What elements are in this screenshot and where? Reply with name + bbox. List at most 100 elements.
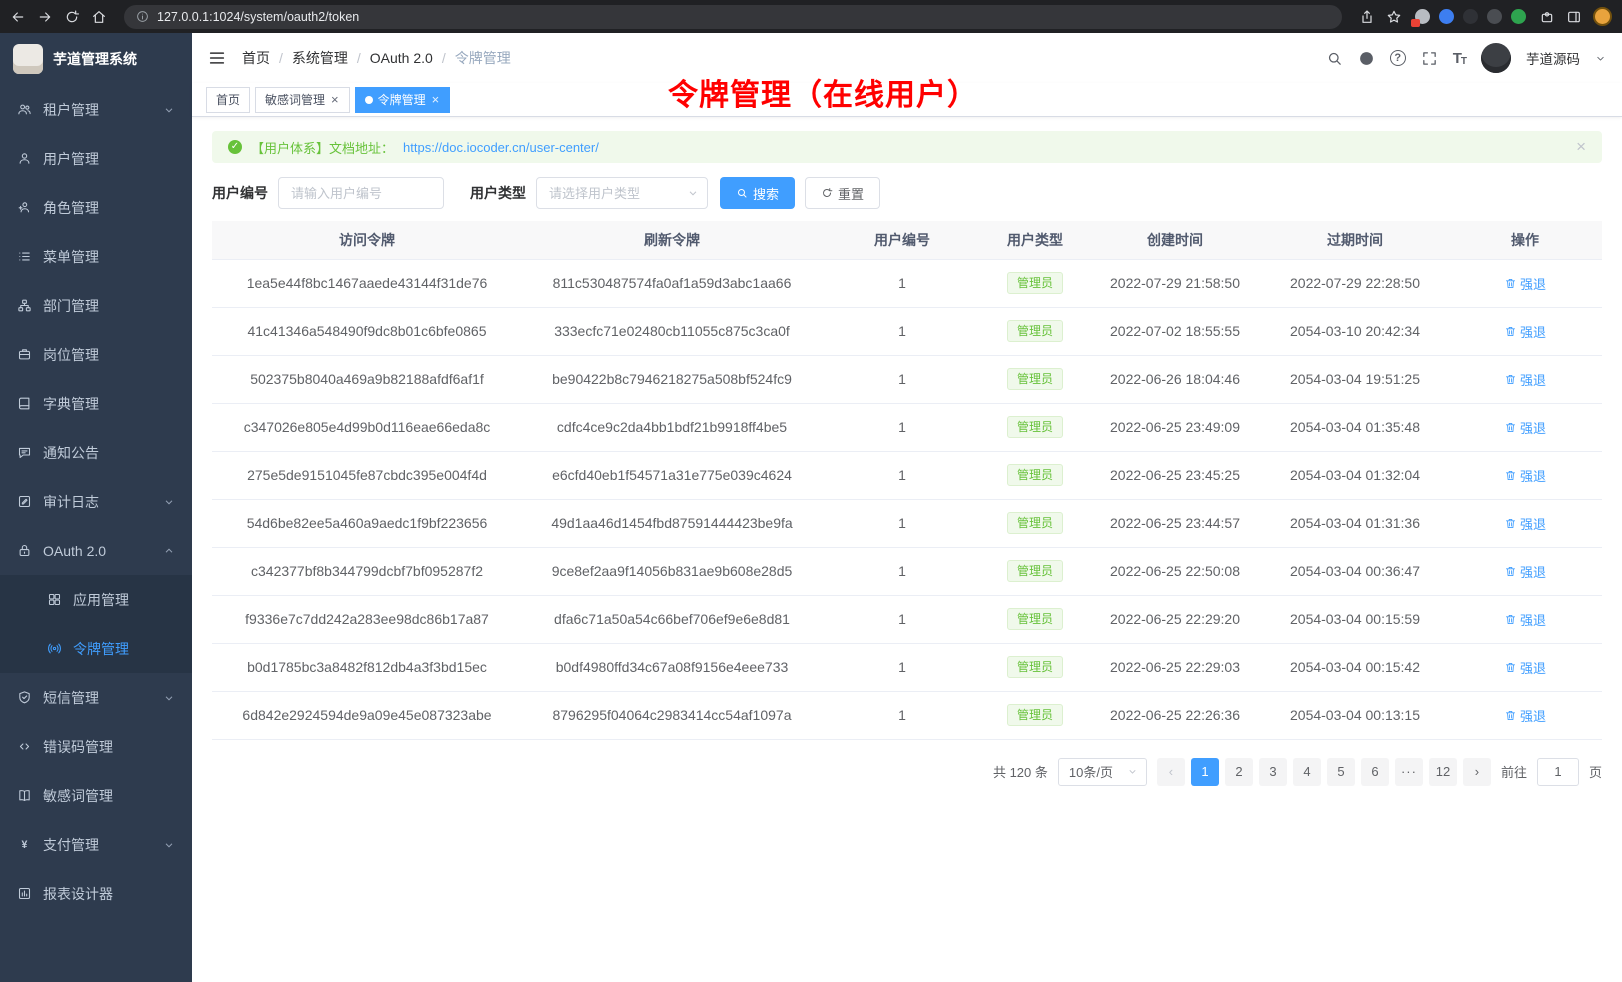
sidebar-item-label: 令牌管理 [73,639,175,659]
search-button[interactable]: 搜索 [720,177,795,209]
tab[interactable]: 首页 [206,87,250,113]
hamburger-icon[interactable] [208,49,226,67]
alert-link[interactable]: https://doc.iocoder.cn/user-center/ [403,140,599,155]
force-logout-button[interactable]: 强退 [1504,370,1546,389]
page-size-select[interactable]: 10条/页 [1058,758,1147,786]
sidebar-item[interactable]: 令牌管理 [0,624,192,673]
page-button[interactable]: 1 [1191,758,1219,786]
extensions-puzzle-button[interactable] [1539,9,1555,25]
page-button[interactable]: 2 [1225,758,1253,786]
sidebar-item[interactable]: 审计日志 [0,477,192,526]
browser-profile-avatar[interactable] [1593,7,1612,26]
extension-icon[interactable] [1511,9,1526,24]
goto-label: 前往 [1501,762,1527,781]
delete-icon [1504,517,1517,530]
app-logo[interactable]: 芋道管理系统 [0,33,192,85]
force-logout-button[interactable]: 强退 [1504,418,1546,437]
search-icon[interactable] [1326,50,1343,67]
sidebar-item[interactable]: 通知公告 [0,428,192,477]
tab[interactable]: 敏感词管理× [255,87,350,113]
sidebar-item[interactable]: 角色管理 [0,183,192,232]
site-info-icon[interactable] [136,10,149,23]
font-size-icon[interactable]: TT [1453,50,1466,67]
reset-button-label: 重置 [838,184,864,203]
force-logout-button[interactable]: 强退 [1504,658,1546,677]
user-id-cell: 1 [822,403,982,451]
sidebar-item[interactable]: 短信管理 [0,673,192,722]
reload-button[interactable] [64,9,80,25]
user-name[interactable]: 芋道源码 [1526,48,1580,68]
delete-icon [1504,469,1517,482]
sidebar-item[interactable]: 菜单管理 [0,232,192,281]
extension-icon[interactable] [1415,9,1430,24]
post-icon [17,347,32,362]
force-logout-button[interactable]: 强退 [1504,562,1546,581]
page-button[interactable]: 6 [1361,758,1389,786]
sidebar-item[interactable]: 敏感词管理 [0,771,192,820]
sidebar-item[interactable]: 错误码管理 [0,722,192,771]
tab-close-icon[interactable]: × [431,93,441,106]
alert-text: 【用户体系】文档地址： [251,138,394,157]
tab-close-icon[interactable]: × [330,93,340,106]
access-token-cell: 41c41346a548490f9dc8b01c6bfe0865 [212,307,522,355]
breadcrumb-item: 令牌管理 [455,48,511,68]
breadcrumb-item[interactable]: 系统管理 [292,48,348,68]
chevron-down-icon[interactable] [1595,53,1606,64]
force-logout-label: 强退 [1520,370,1546,389]
bookmark-star-button[interactable] [1386,9,1402,25]
header-actions: ? TT 芋道源码 [1326,43,1606,73]
prev-page-button[interactable]: ‹ [1157,758,1185,786]
extension-icon[interactable] [1439,9,1454,24]
reset-button[interactable]: 重置 [805,177,880,209]
goto-page-input[interactable] [1537,758,1579,786]
force-logout-label: 强退 [1520,466,1546,485]
browser-toolbar-right [1359,7,1612,26]
help-icon[interactable]: ? [1390,50,1406,66]
sidebar-item[interactable]: 岗位管理 [0,330,192,379]
sidebar-item-label: 部门管理 [43,296,175,316]
tab-active[interactable]: 令牌管理× [355,87,451,113]
force-logout-button[interactable]: 强退 [1504,466,1546,485]
force-logout-button[interactable]: 强退 [1504,706,1546,725]
force-logout-button[interactable]: 强退 [1504,274,1546,293]
home-button[interactable] [91,9,107,25]
sidebar-item[interactable]: 用户管理 [0,134,192,183]
force-logout-button[interactable]: 强退 [1504,514,1546,533]
force-logout-button[interactable]: 强退 [1504,322,1546,341]
page-button[interactable]: 4 [1293,758,1321,786]
page-button[interactable]: 12 [1429,758,1457,786]
pagination-pages: ‹123456···12› [1157,758,1491,786]
breadcrumb-item[interactable]: OAuth 2.0 [370,50,433,66]
breadcrumb-item[interactable]: 首页 [242,48,270,68]
browser-chrome: 127.0.0.1:1024/system/oauth2/token [0,0,1622,33]
sidebar-item-label: 字典管理 [43,394,175,414]
user-avatar[interactable] [1481,43,1511,73]
side-panel-button[interactable] [1566,9,1582,25]
sidebar-item[interactable]: 租户管理 [0,85,192,134]
sidebar-item[interactable]: 部门管理 [0,281,192,330]
address-bar[interactable]: 127.0.0.1:1024/system/oauth2/token [124,5,1342,29]
sidebar: 芋道管理系统 租户管理用户管理角色管理菜单管理部门管理岗位管理字典管理通知公告审… [0,33,192,982]
sidebar-item[interactable]: OAuth 2.0 [0,526,192,575]
user-type-select[interactable] [536,177,708,209]
share-button[interactable] [1359,9,1375,25]
user-id-input[interactable] [278,177,444,209]
page-button[interactable]: 3 [1259,758,1287,786]
user-id-cell: 1 [822,451,982,499]
forward-button[interactable] [37,9,53,25]
more-pages-button[interactable]: ··· [1395,758,1423,786]
github-icon[interactable] [1358,50,1375,67]
sidebar-item[interactable]: 字典管理 [0,379,192,428]
extension-icon[interactable] [1463,9,1478,24]
back-button[interactable] [10,9,26,25]
page-button[interactable]: 5 [1327,758,1355,786]
next-page-button[interactable]: › [1463,758,1491,786]
extension-icon[interactable] [1487,9,1502,24]
alert-close-icon[interactable]: × [1576,137,1586,157]
fullscreen-icon[interactable] [1421,50,1438,67]
sidebar-item[interactable]: ¥支付管理 [0,820,192,869]
sidebar-item[interactable]: 应用管理 [0,575,192,624]
filter-bar: 用户编号 用户类型 搜索 重置 [212,177,1602,209]
sidebar-item[interactable]: 报表设计器 [0,869,192,918]
force-logout-button[interactable]: 强退 [1504,610,1546,629]
